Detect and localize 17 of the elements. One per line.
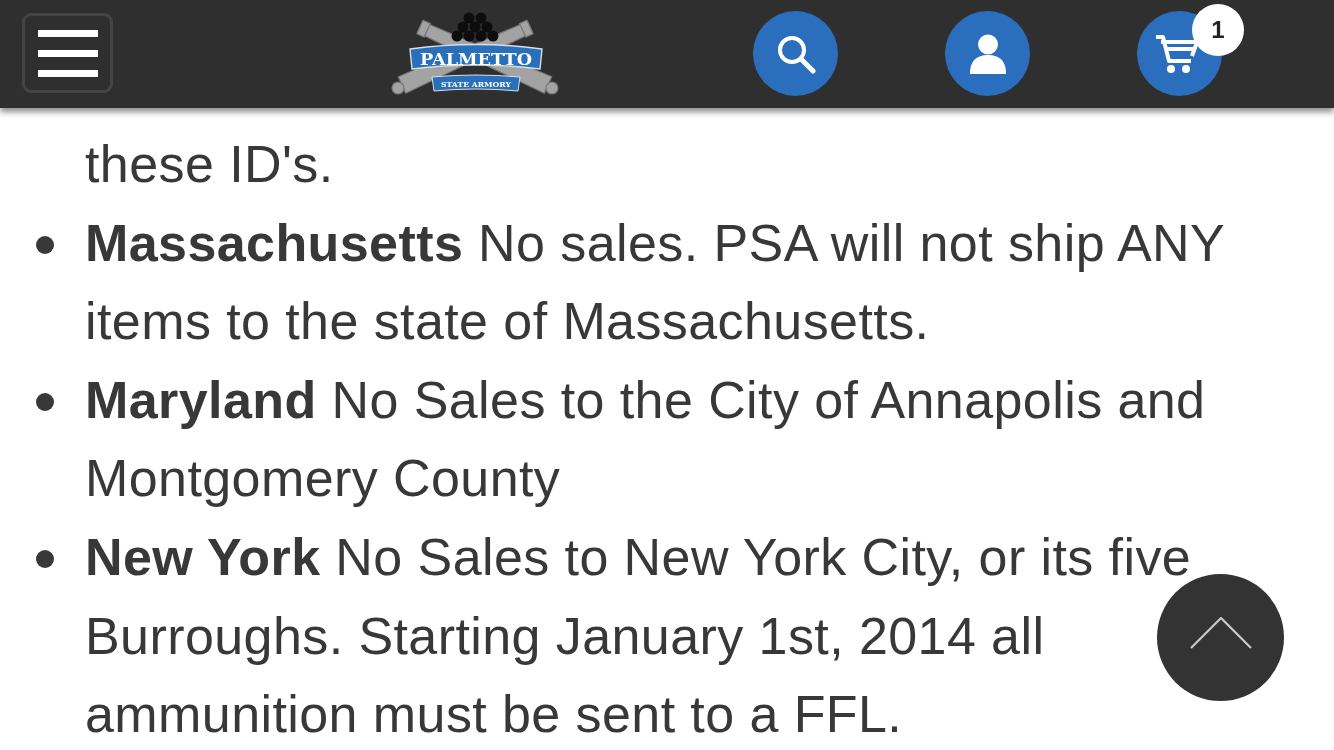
cart-icon <box>1154 33 1199 74</box>
paragraph-text: these ID's. <box>85 135 334 193</box>
cart-count-badge: 1 <box>1192 4 1244 56</box>
chevron-up-icon <box>1189 616 1252 649</box>
bullet-icon <box>36 549 54 568</box>
list-item-text: Maryland No Sales to the City of Annapolis and Montgomery County <box>85 370 1206 508</box>
logo-subtitle: STATE ARMORY <box>441 79 514 89</box>
list-item-text: New York No Sales to New York City, or its five Burroughs. Starting January 1st, 2014 all ammunition must be sent to a FFL. <box>85 527 1192 744</box>
search-icon <box>775 33 816 74</box>
menu-icon <box>37 29 98 77</box>
list-item-text: Massachusetts No sales. PSA will not ship ANY items to the state of Massachusetts. <box>85 213 1225 351</box>
menu-button[interactable] <box>22 13 113 93</box>
logo-title: PALMETTO <box>420 49 528 69</box>
bullet-icon <box>36 235 54 254</box>
user-icon <box>967 33 1008 74</box>
bullet-icon <box>36 392 54 411</box>
logo-emblem[interactable] <box>391 12 559 95</box>
